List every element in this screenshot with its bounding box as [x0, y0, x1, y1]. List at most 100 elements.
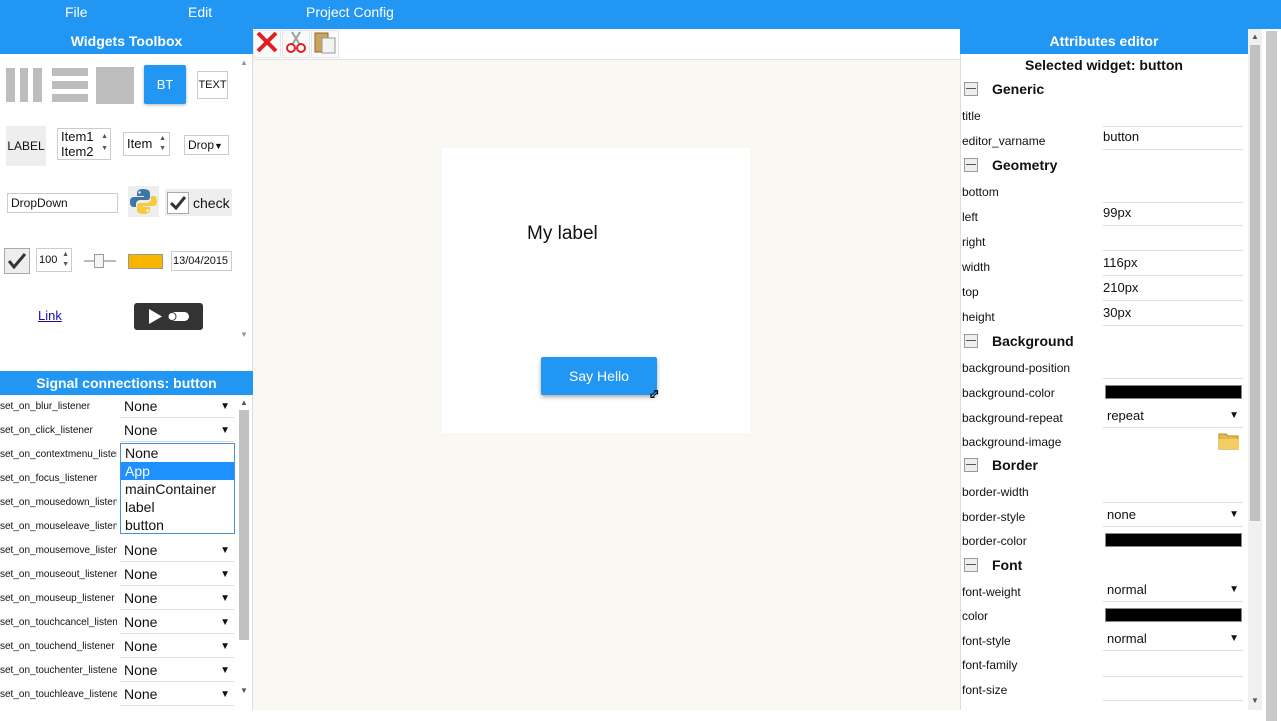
signals-title: Signal connections: button	[0, 371, 253, 395]
attr-font-size-input[interactable]	[1103, 677, 1243, 701]
label-widget-icon[interactable]: LABEL	[6, 126, 46, 166]
attr-font-style-select[interactable]: normal ▼	[1103, 629, 1243, 651]
paste-button[interactable]	[311, 30, 339, 58]
scroll-down-icon[interactable]: ▼	[1251, 696, 1259, 705]
menu-project-config[interactable]: Project Config	[306, 4, 394, 20]
scroll-down-icon[interactable]: ▼	[240, 330, 248, 339]
signal-row: set_on_touchleave_listener None ▼	[0, 683, 235, 707]
collapse-icon[interactable]: —	[964, 158, 978, 172]
signal-target-select[interactable]: None ▼	[120, 589, 234, 610]
signals-scrollbar[interactable]: ▲ ▼	[237, 396, 251, 702]
container-widget-icon[interactable]	[96, 67, 134, 104]
attr-left-input[interactable]: 99px	[1103, 202, 1243, 226]
slider-widget-icon[interactable]	[84, 254, 116, 268]
attr-height-input[interactable]: 30px	[1103, 302, 1243, 326]
my-label-widget[interactable]: My label	[527, 223, 598, 245]
section-background[interactable]: — Background	[964, 333, 1074, 349]
attr-background-repeat-select[interactable]: repeat ▼	[1103, 406, 1243, 428]
signal-row: set_on_mouseup_listener None ▼	[0, 587, 235, 611]
attr-background-position-input[interactable]	[1103, 355, 1243, 379]
signal-target-value: None	[124, 662, 158, 678]
scroll-thumb[interactable]	[239, 410, 249, 640]
signal-target-listbox[interactable]: None App mainContainer label button	[120, 443, 235, 534]
editor-toolbar	[253, 29, 960, 60]
delete-button[interactable]	[253, 30, 281, 58]
signal-target-select[interactable]: None ▼	[120, 565, 234, 586]
textinput-widget-icon[interactable]: TEXT	[197, 71, 228, 99]
cut-button[interactable]	[282, 30, 310, 58]
spinbox-widget-icon[interactable]: Item ▲ ▼	[123, 132, 170, 156]
attr-top-input[interactable]: 210px	[1103, 277, 1243, 301]
dropdown-widget-icon[interactable]: DropDown	[7, 193, 118, 213]
attr-bottom-input[interactable]	[1103, 179, 1243, 203]
menu-edit[interactable]: Edit	[188, 4, 212, 20]
attr-title-input[interactable]	[1103, 103, 1243, 127]
scroll-up-icon[interactable]: ▲	[1251, 32, 1259, 41]
caret-down-icon: ▼	[220, 641, 230, 652]
scroll-arrows-icon: ▲ ▼	[101, 133, 108, 152]
signal-target-select[interactable]: None ▼	[120, 685, 234, 706]
menu-bar: File Edit Project Config	[0, 0, 1281, 29]
attr-right-input[interactable]	[1103, 227, 1243, 251]
listbox-option-button[interactable]: button	[121, 516, 234, 534]
signal-target-select[interactable]: None ▼	[120, 637, 234, 658]
scroll-thumb[interactable]	[1250, 45, 1260, 521]
section-generic-label: Generic	[992, 81, 1045, 97]
attr-editor-varname-input[interactable]: button	[1103, 126, 1243, 150]
button-widget-icon[interactable]: BT	[144, 65, 186, 104]
attr-font-family-input[interactable]	[1103, 653, 1243, 677]
section-generic[interactable]: — Generic	[964, 81, 1044, 97]
toolbox-scrollbar[interactable]: ▲ ▼	[237, 54, 252, 344]
page-scrollbar[interactable]	[1262, 29, 1281, 721]
listbox-option-maincontainer[interactable]: mainContainer	[121, 480, 234, 498]
section-font[interactable]: — Font	[964, 557, 1022, 573]
section-geometry[interactable]: — Geometry	[964, 157, 1057, 173]
listbox-option-none[interactable]: None	[121, 444, 234, 462]
menu-file[interactable]: File	[65, 4, 88, 20]
attr-border-width-input[interactable]	[1103, 479, 1243, 503]
attr-border-color-label: border-color	[962, 534, 1027, 548]
scroll-up-icon[interactable]: ▲	[240, 58, 248, 67]
attr-font-weight-select[interactable]: normal ▼	[1103, 580, 1243, 602]
signal-target-value: None	[124, 566, 158, 582]
color-picker-widget-icon[interactable]	[128, 254, 163, 269]
page-scroll-thumb[interactable]	[1266, 31, 1277, 721]
signal-target-select[interactable]: None ▼	[120, 661, 234, 682]
collapse-icon[interactable]: —	[964, 458, 978, 472]
attributes-scrollbar[interactable]: ▲ ▼	[1248, 29, 1262, 710]
vbox-widget-icon[interactable]	[52, 68, 88, 102]
attr-width-input[interactable]: 116px	[1103, 252, 1243, 276]
collapse-icon[interactable]: —	[964, 334, 978, 348]
python-logo-icon[interactable]	[128, 186, 159, 217]
signal-target-select[interactable]: None ▼	[120, 421, 234, 442]
listbox-option-label[interactable]: label	[121, 498, 234, 516]
attr-border-color-picker[interactable]	[1105, 533, 1242, 547]
signal-target-select[interactable]: None ▼	[120, 541, 234, 562]
folder-icon[interactable]	[1218, 431, 1240, 451]
checkbox-widget-icon[interactable]	[4, 248, 30, 274]
collapse-icon[interactable]: —	[964, 558, 978, 572]
scroll-down-icon[interactable]: ▼	[240, 686, 248, 695]
listview-widget-icon[interactable]: Item1 Item2 ▲ ▼	[57, 128, 111, 160]
signal-label: set_on_touchcancel_listener	[0, 617, 117, 628]
signal-label: set_on_click_listener	[0, 425, 93, 436]
video-widget-icon[interactable]	[134, 303, 203, 330]
number-spinner-widget-icon[interactable]: 100 ▲ ▼	[36, 248, 72, 272]
signal-target-select[interactable]: None ▼	[120, 613, 234, 634]
attr-color-picker[interactable]	[1105, 608, 1242, 622]
link-widget-icon[interactable]: Link	[38, 308, 62, 323]
attr-font-weight-label: font-weight	[962, 585, 1021, 599]
scroll-up-icon[interactable]: ▲	[240, 398, 248, 407]
attr-border-style-select[interactable]: none ▼	[1103, 505, 1243, 527]
attr-background-color-picker[interactable]	[1105, 385, 1242, 399]
section-border[interactable]: — Border	[964, 457, 1038, 473]
signal-target-select[interactable]: None ▼	[120, 397, 234, 418]
listbox-option-app[interactable]: App	[121, 462, 234, 480]
date-widget-icon[interactable]: 13/04/2015	[171, 251, 232, 271]
checkbox-label-widget-icon[interactable]: check	[165, 189, 232, 216]
say-hello-button[interactable]: Say Hello	[541, 357, 657, 395]
collapse-icon[interactable]: —	[964, 82, 978, 96]
caret-down-icon: ▼	[1229, 509, 1239, 520]
drop-widget-icon[interactable]: Drop▼	[184, 135, 229, 155]
hbox-widget-icon[interactable]	[6, 68, 43, 102]
